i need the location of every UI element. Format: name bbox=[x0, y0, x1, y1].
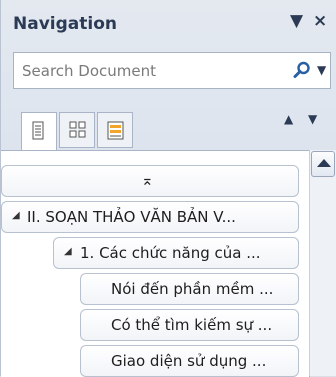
document-map-list: ⌅ ◢ II. SOẠN THẢO VĂN BẢN V... ◢ 1. Các … bbox=[1, 150, 310, 377]
headings-icon bbox=[32, 121, 44, 140]
search-options-dropdown[interactable]: ▼ bbox=[317, 63, 326, 77]
pane-options-button[interactable]: ▼ bbox=[290, 11, 303, 31]
tab-results[interactable] bbox=[97, 112, 133, 148]
page-thumbnails-icon bbox=[69, 121, 86, 138]
search-results-icon bbox=[107, 121, 124, 140]
tree-item-label: Giao diện sử dụng ... bbox=[111, 352, 267, 370]
search-input[interactable]: Search Document bbox=[22, 62, 156, 80]
pane-title: Navigation bbox=[13, 14, 117, 34]
search-icon[interactable] bbox=[293, 61, 311, 83]
navigation-pane: Navigation ▼ × Search Document ▼ ▲ ▼ ⌅ ◢… bbox=[0, 0, 336, 377]
search-document-field[interactable]: Search Document ▼ bbox=[13, 52, 331, 89]
tree-item-label: II. SOẠN THẢO VĂN BẢN V... bbox=[27, 208, 236, 226]
scroll-up-button[interactable] bbox=[311, 151, 335, 177]
tree-item[interactable]: Giao diện sử dụng ... bbox=[80, 345, 299, 377]
expander-icon[interactable]: ◢ bbox=[12, 210, 20, 221]
collapse-icon: ⌅ bbox=[141, 171, 154, 189]
previous-heading-button[interactable]: ▲ bbox=[284, 112, 293, 126]
expander-icon[interactable]: ◢ bbox=[64, 246, 72, 257]
tree-item[interactable]: ◢ 1. Các chức năng của ... bbox=[53, 237, 299, 269]
tree-item-label: 1. Các chức năng của ... bbox=[80, 244, 261, 262]
tab-headings[interactable] bbox=[21, 112, 57, 152]
tree-item[interactable]: Nói đến phần mềm ... bbox=[80, 273, 299, 305]
tree-item-label: Có thể tìm kiếm sự ... bbox=[111, 316, 273, 334]
tab-pages[interactable] bbox=[59, 112, 95, 148]
tree-item[interactable]: ◢ II. SOẠN THẢO VĂN BẢN V... bbox=[1, 201, 299, 233]
next-heading-button[interactable]: ▼ bbox=[308, 112, 317, 126]
collapse-all-button[interactable]: ⌅ bbox=[1, 165, 299, 197]
pane-header: Navigation ▼ × bbox=[1, 0, 336, 42]
close-icon[interactable]: × bbox=[313, 11, 327, 31]
tree-item[interactable]: Có thể tìm kiếm sự ... bbox=[80, 309, 299, 341]
vertical-scrollbar[interactable] bbox=[309, 150, 336, 376]
tree-item-label: Nói đến phần mềm ... bbox=[111, 280, 274, 298]
scroll-up-arrow-icon bbox=[317, 159, 331, 167]
